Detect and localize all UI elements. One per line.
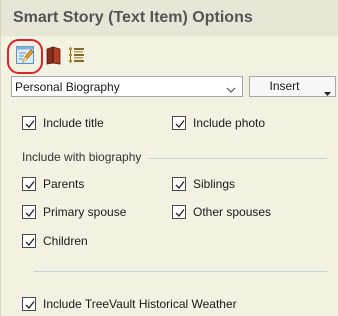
panel-title: Smart Story (Text Item) Options — [13, 9, 253, 26]
historical-weather-checkbox[interactable] — [22, 297, 36, 311]
include-title-label: Include title — [43, 116, 104, 130]
primary-spouse-label: Primary spouse — [43, 205, 127, 219]
include-title-checkbox[interactable] — [22, 116, 36, 130]
include-photo-option[interactable]: Include photo — [172, 115, 265, 131]
biography-group-label: Include with biography — [22, 150, 142, 164]
children-option[interactable]: Children — [22, 233, 88, 249]
panel-title-bar: Smart Story (Text Item) Options — [1, 0, 338, 36]
insert-button[interactable]: Insert — [249, 76, 320, 97]
other-spouses-option[interactable]: Other spouses — [172, 204, 271, 220]
historical-weather-label: Include TreeVault Historical Weather — [43, 297, 237, 311]
parents-option[interactable]: Parents — [22, 176, 84, 192]
other-spouses-label: Other spouses — [193, 205, 272, 219]
siblings-option[interactable]: Siblings — [172, 176, 235, 192]
edit-text-icon[interactable] — [15, 45, 35, 65]
chevron-down-icon — [226, 83, 236, 97]
primary-spouse-option[interactable]: Primary spouse — [22, 204, 126, 220]
parents-checkbox[interactable] — [22, 177, 36, 191]
story-type-value: Personal Biography — [15, 80, 120, 94]
include-photo-label: Include photo — [193, 116, 266, 130]
story-type-select[interactable]: Personal Biography — [11, 76, 243, 97]
historical-weather-option[interactable]: Include TreeVault Historical Weather — [22, 296, 237, 312]
include-photo-checkbox[interactable] — [172, 116, 186, 130]
other-spouses-checkbox[interactable] — [172, 205, 186, 219]
smart-story-options-panel: Smart Story (Text Item) Options Personal… — [0, 0, 338, 316]
children-label: Children — [43, 234, 88, 248]
siblings-label: Siblings — [193, 177, 236, 191]
siblings-checkbox[interactable] — [172, 177, 186, 191]
section-divider — [34, 271, 327, 272]
group-divider — [149, 158, 327, 159]
insert-dropdown-button[interactable] — [319, 76, 336, 97]
primary-spouse-checkbox[interactable] — [22, 205, 36, 219]
parents-label: Parents — [43, 177, 85, 191]
book-icon[interactable] — [44, 45, 64, 65]
outline-list-icon[interactable] — [67, 45, 87, 65]
children-checkbox[interactable] — [22, 234, 36, 248]
dropdown-arrow-icon — [324, 85, 331, 99]
include-title-option[interactable]: Include title — [22, 115, 104, 131]
